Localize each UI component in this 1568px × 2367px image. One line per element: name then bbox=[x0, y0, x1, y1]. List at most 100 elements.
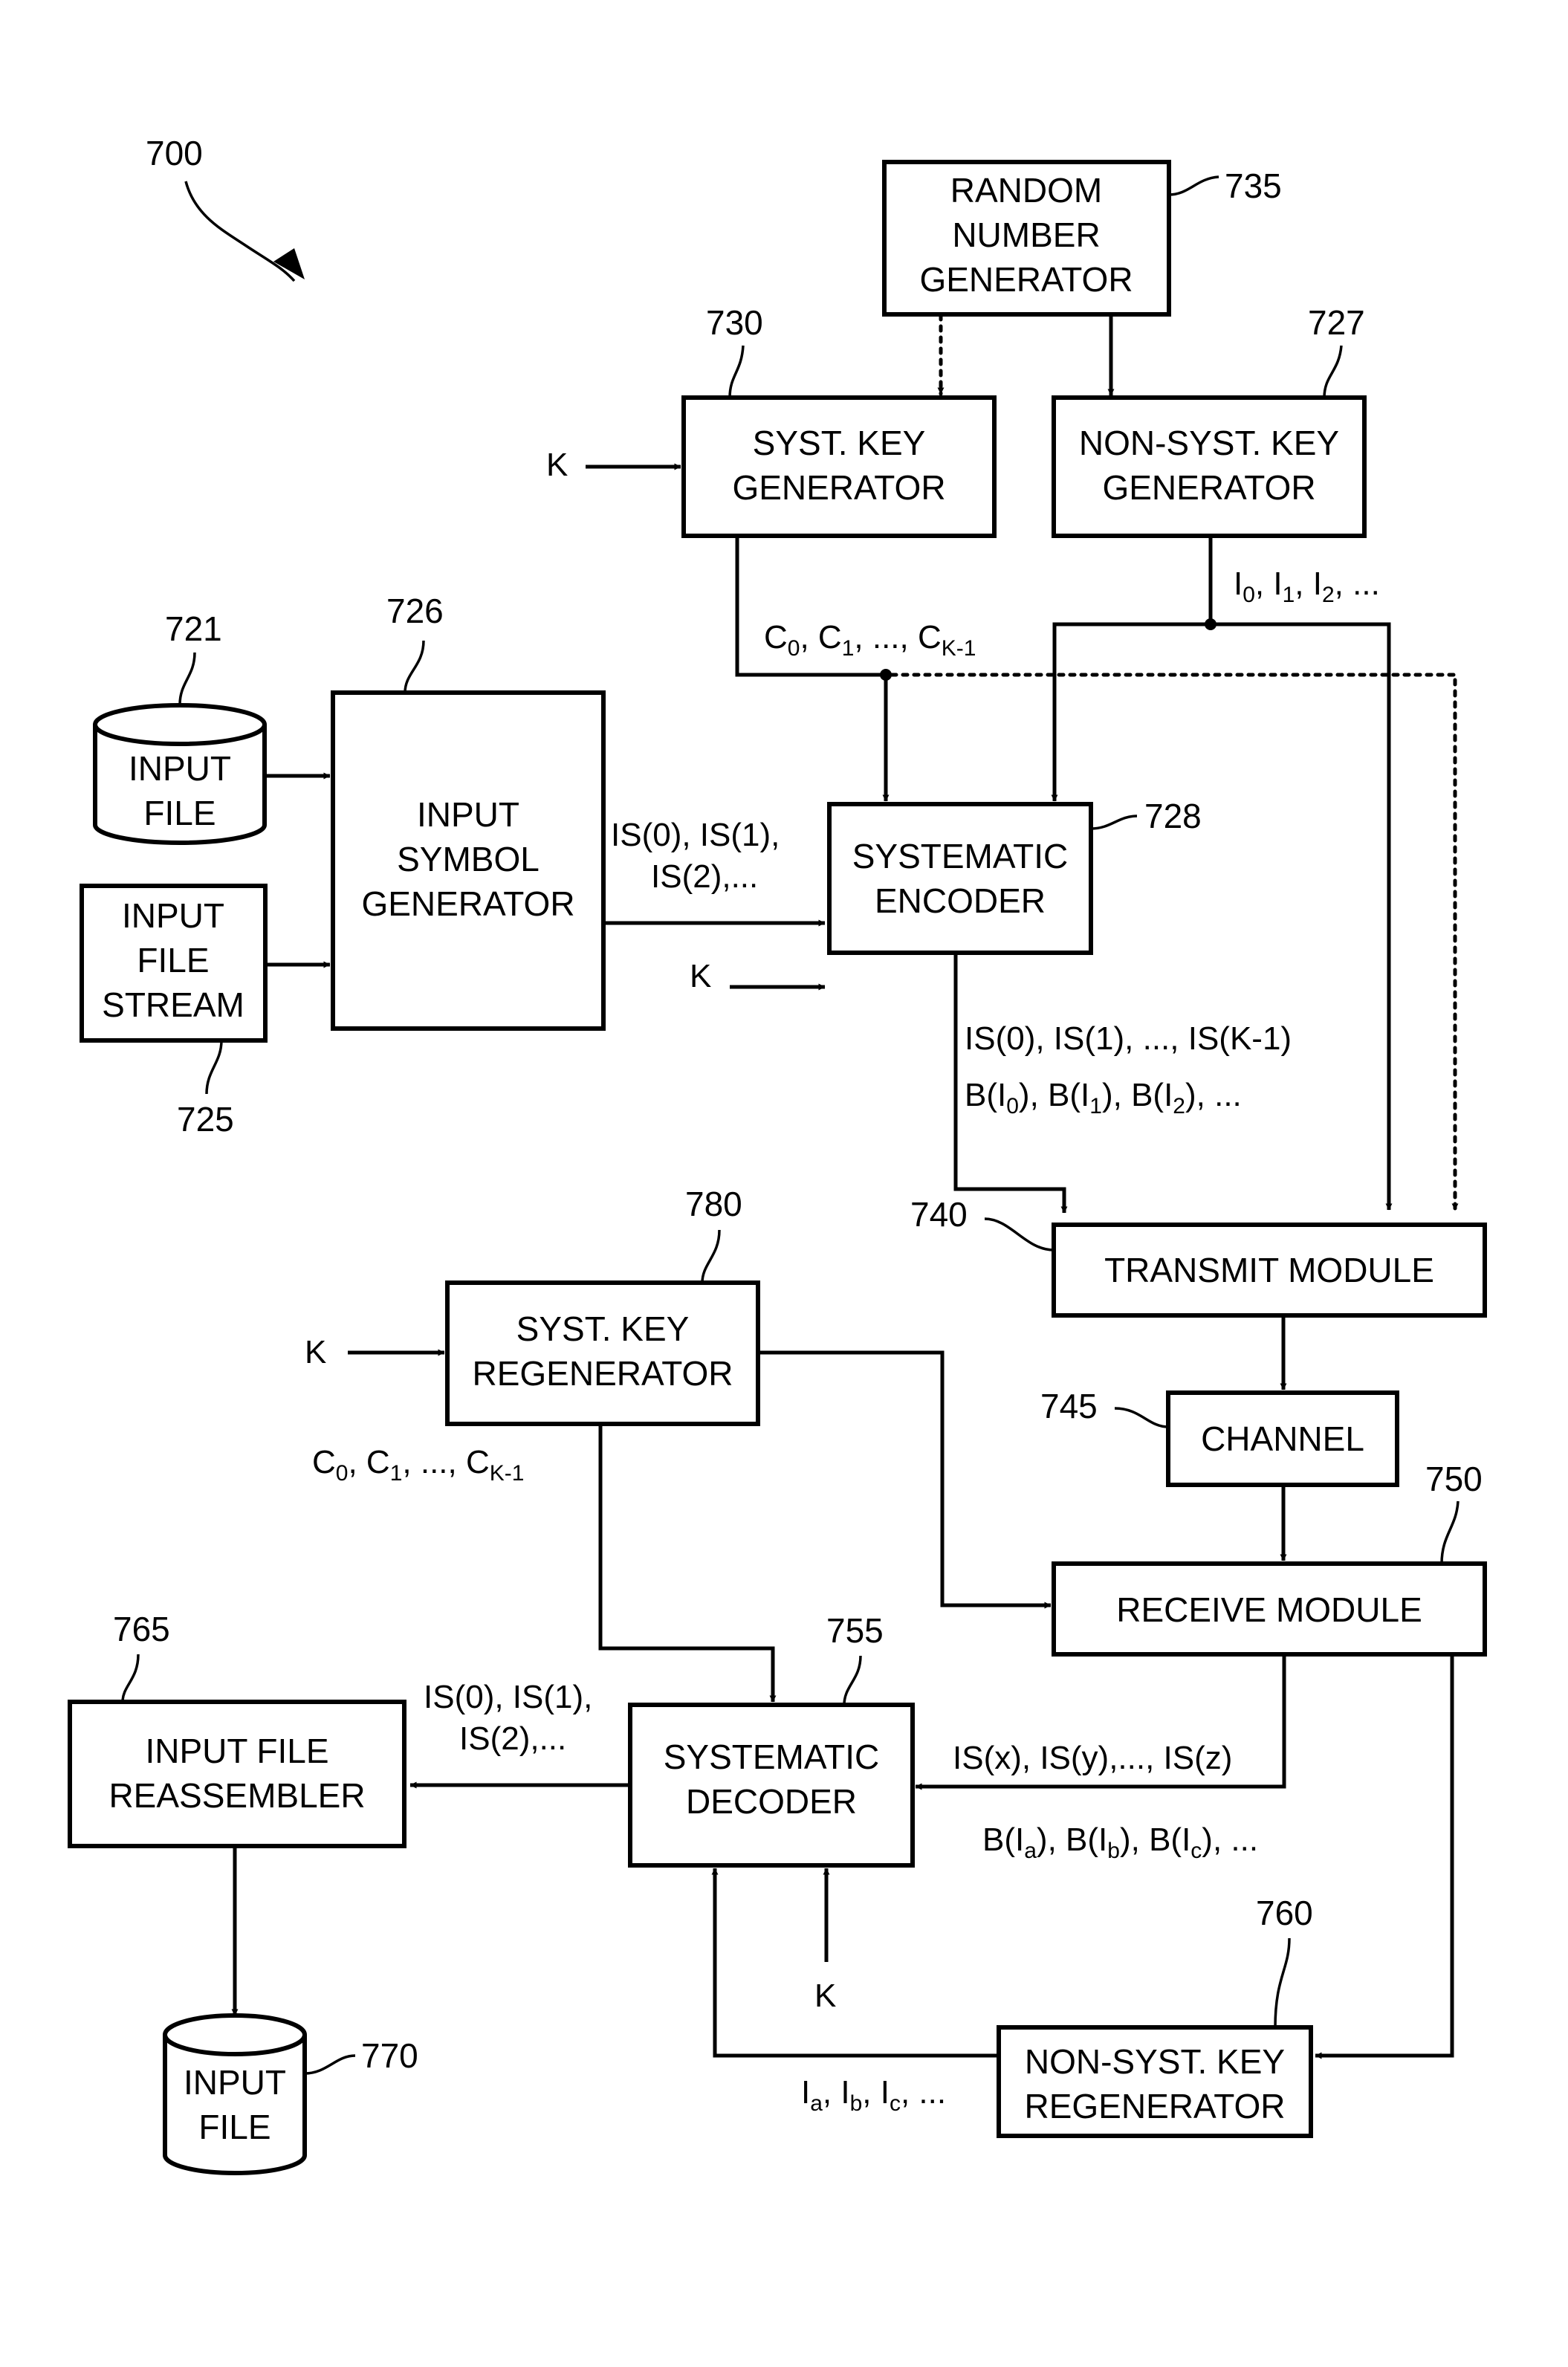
systematic-decoder-block: SYSTEMATIC DECODER bbox=[628, 1703, 915, 1868]
k-input-label: K bbox=[546, 447, 568, 483]
ref-725: 725 bbox=[177, 1100, 234, 1139]
figure-ref: 700 bbox=[146, 134, 203, 172]
enc-out-label-line2: B(I0), B(I1), B(I2), ... bbox=[965, 1077, 1242, 1118]
k-encoder-label: K bbox=[690, 958, 711, 994]
ref-leader-725 bbox=[205, 1040, 223, 1095]
svg-text:NON-SYST. KEY: NON-SYST. KEY bbox=[1025, 2042, 1285, 2081]
svg-text:TRANSMIT MODULE: TRANSMIT MODULE bbox=[1104, 1251, 1434, 1289]
ref-leader-780 bbox=[701, 1229, 721, 1283]
svg-text:SYST. KEY: SYST. KEY bbox=[516, 1309, 690, 1348]
recv-out-label-line1: IS(x), IS(y),..., IS(z) bbox=[953, 1740, 1232, 1776]
ref-721: 721 bbox=[165, 609, 222, 648]
input-file-reassembler-block: INPUT FILE REASSEMBLER bbox=[68, 1700, 406, 1848]
svg-text:GENERATOR: GENERATOR bbox=[919, 260, 1133, 299]
ref-727: 727 bbox=[1308, 303, 1365, 342]
non-syst-key-regenerator-block: NON-SYST. KEY REGENERATOR bbox=[997, 2025, 1313, 2138]
non-syst-regen-to-decoder-arrow bbox=[711, 1868, 999, 2058]
ref-726: 726 bbox=[386, 592, 444, 630]
svg-text:RECEIVE MODULE: RECEIVE MODULE bbox=[1116, 1590, 1422, 1629]
svg-text:INPUT: INPUT bbox=[129, 749, 231, 788]
svg-text:CHANNEL: CHANNEL bbox=[1201, 1419, 1364, 1458]
ref-leader-765 bbox=[121, 1654, 140, 1703]
ref-leader-755 bbox=[843, 1655, 862, 1706]
svg-text:GENERATOR: GENERATOR bbox=[361, 884, 574, 923]
ref-740: 740 bbox=[910, 1195, 968, 1234]
ref-735: 735 bbox=[1225, 166, 1282, 205]
figure-ref-arrow bbox=[184, 181, 296, 282]
svg-text:SYSTEMATIC: SYSTEMATIC bbox=[852, 837, 1069, 875]
svg-text:INPUT: INPUT bbox=[184, 2063, 286, 2102]
regen-i-label: Ia, Ib, Ic, ... bbox=[801, 2074, 946, 2116]
ref-leader-750 bbox=[1440, 1500, 1460, 1564]
c-keys-label-top: C0, C1, ..., CK-1 bbox=[764, 619, 976, 661]
ref-745: 745 bbox=[1040, 1387, 1098, 1425]
syst-key-regenerator-block: SYST. KEY REGENERATOR bbox=[445, 1280, 760, 1426]
enc-out-label-line1: IS(0), IS(1), ..., IS(K-1) bbox=[965, 1020, 1292, 1057]
i-keys-to-transmit-arrow bbox=[1211, 622, 1393, 1211]
svg-text:REASSEMBLER: REASSEMBLER bbox=[108, 1776, 365, 1815]
ref-730: 730 bbox=[706, 303, 763, 342]
svg-text:STREAM: STREAM bbox=[102, 985, 244, 1024]
channel-block: CHANNEL bbox=[1166, 1390, 1399, 1487]
ref-750: 750 bbox=[1425, 1460, 1483, 1498]
transmit-module-block: TRANSMIT MODULE bbox=[1052, 1223, 1487, 1318]
svg-text:SYSTEMATIC: SYSTEMATIC bbox=[664, 1738, 880, 1776]
isg-out-label-line1: IS(0), IS(1), bbox=[611, 817, 780, 853]
ref-leader-760 bbox=[1274, 1937, 1291, 2028]
svg-text:INPUT: INPUT bbox=[122, 896, 224, 935]
isg-out-label-line2: IS(2),... bbox=[651, 858, 758, 895]
ref-leader-745 bbox=[1114, 1407, 1169, 1428]
ref-755: 755 bbox=[826, 1611, 884, 1650]
svg-text:NON-SYST. KEY: NON-SYST. KEY bbox=[1079, 424, 1339, 462]
ref-770: 770 bbox=[361, 2036, 418, 2075]
non-syst-key-generator-block: NON-SYST. KEY GENERATOR bbox=[1052, 395, 1367, 538]
k-decoder-label: K bbox=[814, 1978, 836, 2014]
ref-780: 780 bbox=[685, 1185, 742, 1223]
svg-text:DECODER: DECODER bbox=[686, 1782, 857, 1821]
ref-leader-721 bbox=[178, 652, 196, 705]
svg-text:RANDOM: RANDOM bbox=[950, 171, 1102, 210]
svg-text:INPUT FILE: INPUT FILE bbox=[145, 1732, 328, 1770]
ref-leader-728 bbox=[1090, 815, 1138, 830]
ref-765: 765 bbox=[113, 1610, 170, 1648]
random-number-generator-block: RANDOM NUMBER GENERATOR bbox=[882, 160, 1171, 317]
svg-text:REGENERATOR: REGENERATOR bbox=[472, 1354, 733, 1393]
syst-regen-to-receive-arrow bbox=[758, 1350, 1052, 1609]
block-diagram: 700 RANDOM NUMBER GENERATOR 735 SYST. KE… bbox=[68, 134, 1487, 2175]
ref-leader-730 bbox=[728, 345, 745, 398]
syst-regen-to-decoder-arrow bbox=[598, 1424, 777, 1703]
input-symbol-generator-block: INPUT SYMBOL GENERATOR bbox=[331, 690, 606, 1031]
svg-text:FILE: FILE bbox=[143, 794, 216, 832]
svg-text:NUMBER: NUMBER bbox=[952, 216, 1100, 254]
k-regen-label: K bbox=[305, 1334, 326, 1370]
input-file-cylinder: INPUT FILE bbox=[93, 703, 267, 845]
c-keys-label-bottom: C0, C1, ..., CK-1 bbox=[312, 1444, 524, 1486]
svg-text:GENERATOR: GENERATOR bbox=[1102, 468, 1315, 507]
svg-text:INPUT: INPUT bbox=[417, 795, 519, 834]
i-keys-label-top: I0, I1, I2, ... bbox=[1234, 566, 1380, 607]
svg-text:FILE: FILE bbox=[137, 941, 209, 979]
i-keys-to-encoder-arrow bbox=[1051, 622, 1211, 802]
systematic-encoder-block: SYSTEMATIC ENCODER bbox=[827, 802, 1093, 955]
svg-text:FILE: FILE bbox=[198, 2108, 270, 2146]
svg-text:SYST. KEY: SYST. KEY bbox=[753, 424, 926, 462]
svg-text:REGENERATOR: REGENERATOR bbox=[1024, 2087, 1285, 2125]
input-file-stream-block: INPUT FILE STREAM bbox=[80, 884, 268, 1043]
syst-key-generator-block: SYST. KEY GENERATOR bbox=[681, 395, 997, 538]
ref-leader-740 bbox=[984, 1217, 1054, 1252]
svg-text:ENCODER: ENCODER bbox=[875, 881, 1046, 920]
svg-text:GENERATOR: GENERATOR bbox=[732, 468, 945, 507]
receive-to-non-syst-regen-arrow bbox=[1315, 1654, 1454, 2059]
ref-leader-735 bbox=[1168, 175, 1219, 196]
output-input-file-cylinder: INPUT FILE bbox=[163, 2013, 307, 2175]
receive-module-block: RECEIVE MODULE bbox=[1052, 1561, 1487, 1657]
ref-leader-726 bbox=[404, 640, 425, 693]
ref-leader-727 bbox=[1323, 345, 1343, 398]
svg-text:SYMBOL: SYMBOL bbox=[397, 840, 540, 878]
dec-out-label-line2: IS(2),... bbox=[459, 1720, 566, 1757]
ref-728: 728 bbox=[1144, 797, 1202, 835]
recv-out-label-line2: B(Ia), B(Ib), B(Ic), ... bbox=[982, 1822, 1258, 1863]
ref-leader-770 bbox=[304, 2054, 356, 2075]
dec-out-label-line1: IS(0), IS(1), bbox=[424, 1679, 592, 1715]
ref-760: 760 bbox=[1256, 1894, 1313, 1932]
